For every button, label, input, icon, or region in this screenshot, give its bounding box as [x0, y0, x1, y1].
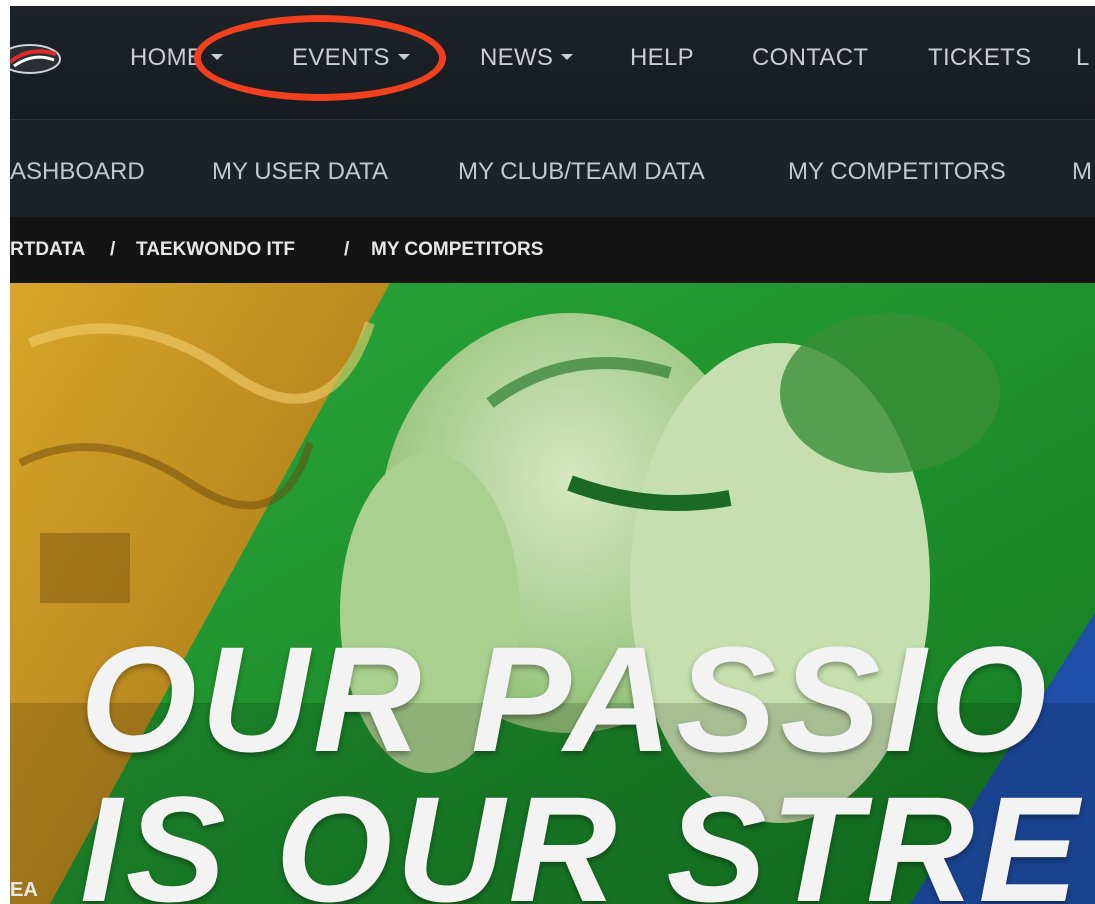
breadcrumb-separator: /: [344, 239, 350, 260]
nav-item-home[interactable]: HOME: [130, 44, 224, 72]
account-subnav: ASHBOARD MY USER DATA MY CLUB/TEAM DATA …: [10, 119, 1095, 217]
subnav-item-my-competitors[interactable]: MY COMPETITORS: [788, 158, 1006, 186]
nav-item-truncated[interactable]: L: [1076, 44, 1090, 72]
breadcrumb: RTDATA / TAEKWONDO ITF / MY COMPETITORS: [10, 217, 1095, 283]
nav-item-contact[interactable]: CONTACT: [752, 44, 868, 72]
main-navigation: HOME EVENTS NEWS HELP CONTACT TICKETS L: [10, 6, 1095, 116]
subnav-item-my-user-data[interactable]: MY USER DATA: [212, 158, 388, 186]
nav-item-truncated-label: L: [1076, 44, 1090, 71]
breadcrumb-item-my-competitors: MY COMPETITORS: [371, 239, 544, 260]
brand-logo-icon[interactable]: [10, 42, 64, 76]
nav-item-events[interactable]: EVENTS: [292, 44, 410, 72]
breadcrumb-item-taekwondo-itf[interactable]: TAEKWONDO ITF: [136, 239, 295, 261]
nav-item-contact-label: CONTACT: [752, 44, 869, 71]
caret-down-icon: [397, 54, 410, 61]
breadcrumb-item-sportdata[interactable]: RTDATA: [10, 239, 85, 261]
subnav-item-dashboard[interactable]: ASHBOARD: [10, 158, 145, 186]
nav-item-news[interactable]: NEWS: [480, 44, 574, 72]
hero-banner: OUR PASSIO IS OUR STRE EA: [10, 283, 1095, 904]
hero-corner-text: EA: [10, 879, 38, 901]
nav-item-tickets-label: TICKETS: [928, 44, 1032, 71]
nav-item-home-label: HOME: [130, 44, 204, 71]
breadcrumb-separator: /: [110, 239, 116, 260]
subnav-item-truncated[interactable]: M: [1072, 158, 1092, 186]
page: HOME EVENTS NEWS HELP CONTACT TICKETS L: [0, 0, 1095, 904]
subnav-item-my-club-team-data[interactable]: MY CLUB/TEAM DATA: [458, 158, 705, 186]
nav-item-help[interactable]: HELP: [630, 44, 694, 72]
hero-headline-line2: IS OUR STRE: [80, 765, 1083, 904]
caret-down-icon: [211, 54, 224, 61]
nav-item-help-label: HELP: [630, 44, 694, 71]
nav-item-tickets[interactable]: TICKETS: [928, 44, 1031, 72]
browser-viewport: HOME EVENTS NEWS HELP CONTACT TICKETS L: [10, 6, 1095, 904]
caret-down-icon: [561, 54, 574, 61]
nav-item-news-label: NEWS: [480, 44, 554, 71]
nav-item-events-label: EVENTS: [292, 44, 390, 71]
hero-headline-line1: OUR PASSIO: [80, 615, 1051, 783]
